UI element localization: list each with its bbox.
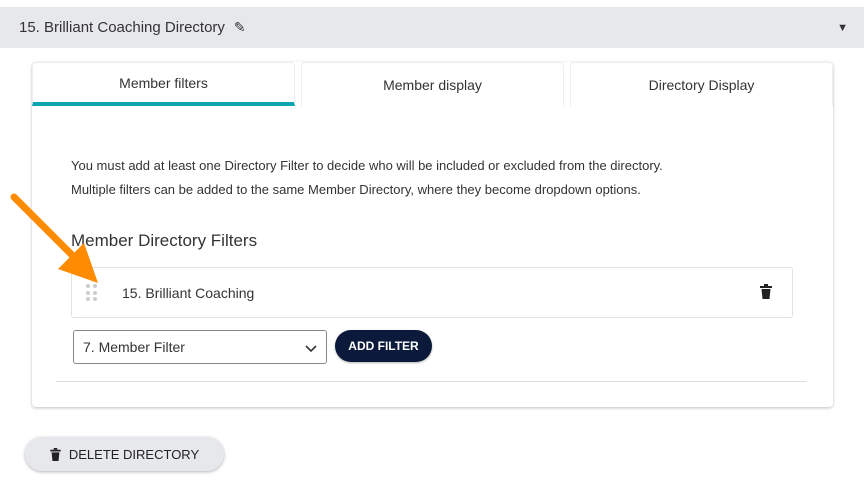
pencil-icon[interactable]: ✎ bbox=[234, 19, 246, 36]
tab-member-display[interactable]: Member display bbox=[301, 62, 564, 106]
directory-title: 15. Brilliant Coaching Directory bbox=[19, 19, 225, 36]
trash-icon bbox=[50, 447, 61, 461]
delete-directory-label: DELETE DIRECTORY bbox=[68, 446, 200, 462]
divider bbox=[56, 381, 807, 382]
tab-directory-display[interactable]: Directory Display bbox=[570, 62, 833, 106]
description-line: Multiple filters can be added to the sam… bbox=[71, 182, 641, 197]
description-line: You must add at least one Directory Filt… bbox=[71, 158, 663, 173]
description: You must add at least one Directory Filt… bbox=[71, 154, 663, 202]
tab-bar: Member filters Member display Directory … bbox=[32, 62, 833, 106]
directory-card: Member filters Member display Directory … bbox=[32, 62, 833, 407]
filter-item: 15. Brilliant Coaching bbox=[71, 267, 793, 318]
caret-down-icon[interactable]: ▼ bbox=[837, 22, 848, 34]
tab-member-filters[interactable]: Member filters bbox=[32, 62, 295, 106]
directory-header[interactable]: 15. Brilliant Coaching Directory ✎ ▼ bbox=[0, 7, 864, 48]
add-filter-button[interactable]: ADD FILTER bbox=[335, 330, 432, 362]
drag-handle-icon[interactable] bbox=[86, 284, 97, 302]
filter-select-value: 7. Member Filter bbox=[83, 339, 185, 355]
delete-directory-button[interactable]: DELETE DIRECTORY bbox=[25, 437, 224, 471]
annotation-arrow-icon bbox=[10, 193, 98, 283]
trash-icon[interactable] bbox=[760, 284, 772, 299]
filter-select[interactable]: 7. Member Filter bbox=[73, 330, 327, 364]
filter-item-label: 15. Brilliant Coaching bbox=[122, 284, 255, 301]
chevron-down-icon bbox=[305, 345, 317, 353]
